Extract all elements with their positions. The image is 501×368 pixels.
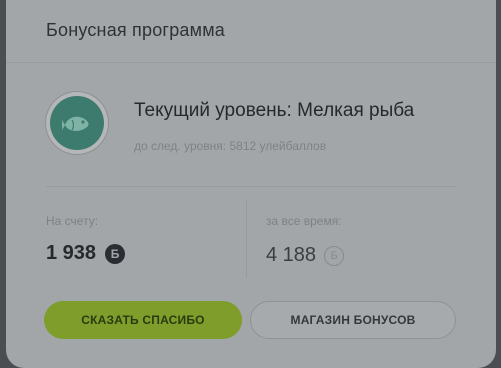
card-title: Бонусная программа: [46, 20, 225, 40]
title-divider: [6, 62, 496, 63]
current-level-title: Текущий уровень: Мелкая рыба: [134, 100, 415, 121]
account-value: 1 938: [46, 242, 97, 264]
bonus-coin-icon: Б: [105, 243, 126, 264]
say-thanks-button[interactable]: СКАЗАТЬ СПАСИБО: [44, 301, 242, 339]
bonus-coin-outline-icon: Б: [324, 245, 345, 266]
fish-icon: [50, 96, 104, 150]
all-time-label: за все время:: [266, 214, 342, 228]
account-balance: 1 938 Б: [46, 242, 126, 265]
all-time-value: 4 188: [266, 244, 317, 266]
account-label: На счету:: [46, 214, 99, 228]
bonus-program-card: Бонусная программа Текущий уровень: Мелк…: [6, 0, 496, 368]
section-divider: [46, 186, 456, 187]
next-level-hint: до след. уровня: 5812 улейбаллов: [134, 139, 327, 153]
bonus-shop-button[interactable]: МАГАЗИН БОНУСОВ: [250, 301, 456, 339]
stats-divider: [246, 200, 247, 278]
all-time-balance: 4 188 Б: [266, 244, 345, 267]
